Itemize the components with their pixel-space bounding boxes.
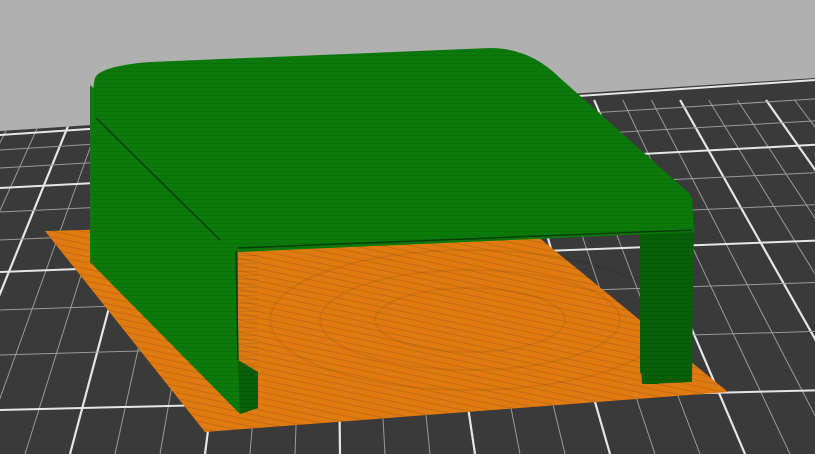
3d-viewport[interactable] [0,0,815,454]
scene-canvas[interactable] [0,0,815,454]
